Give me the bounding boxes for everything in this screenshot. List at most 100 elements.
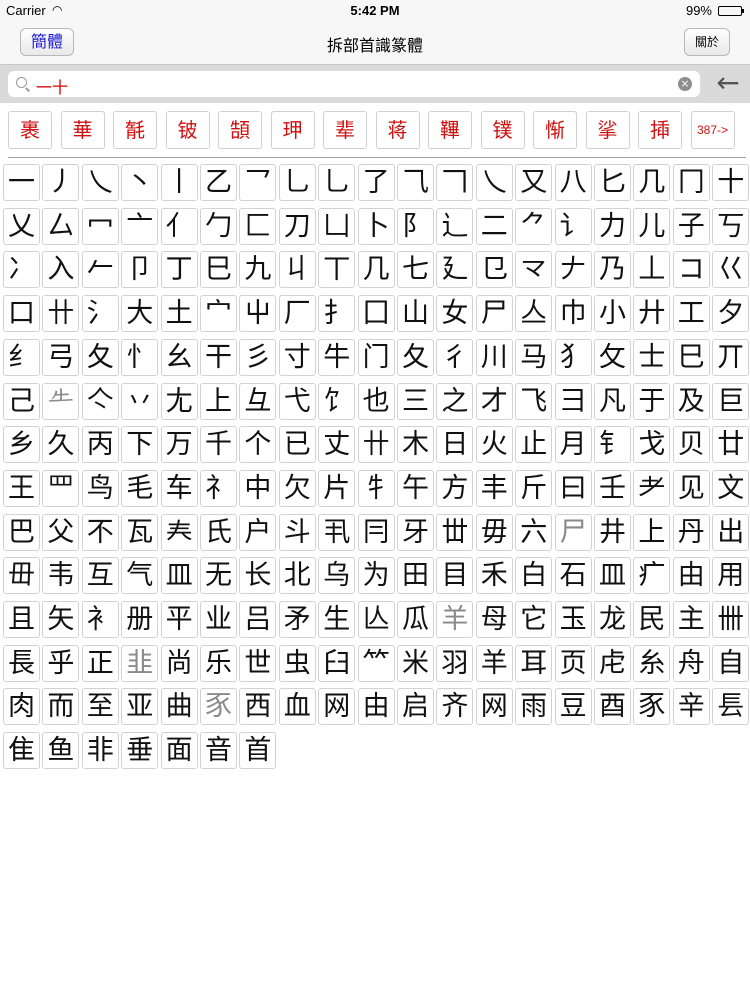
radical-cell[interactable]: 乂 — [3, 207, 40, 245]
radical-cell[interactable]: 𥫗 — [357, 644, 395, 682]
radical-cell[interactable]: 寸 — [278, 338, 316, 376]
radical-cell[interactable]: 六 — [515, 513, 553, 551]
suggestion-cell[interactable]: 揷 — [638, 111, 682, 149]
radical-cell[interactable]: 曰 — [554, 469, 592, 507]
radical-cell[interactable]: 乀 — [81, 164, 119, 201]
radical-cell[interactable]: 乙 — [200, 164, 237, 201]
radical-cell[interactable]: 彐 — [554, 382, 592, 420]
radical-cell[interactable]: 木 — [397, 426, 434, 464]
radical-cell[interactable]: 羽 — [436, 644, 474, 682]
radical-cell[interactable]: 雨 — [515, 688, 553, 726]
radical-cell[interactable]: 凵 — [318, 207, 356, 245]
radical-cell[interactable]: 𡗗 — [160, 513, 198, 551]
radical-cell[interactable]: 牛 — [318, 338, 356, 376]
radical-cell[interactable]: 彑 — [239, 382, 277, 420]
radical-cell[interactable]: 瓦 — [121, 513, 159, 551]
radical-cell[interactable]: コ — [672, 251, 710, 289]
radical-cell[interactable]: 冖 — [81, 207, 119, 245]
radical-cell[interactable]: 丨 — [160, 164, 198, 201]
suggestion-cell[interactable]: 鞸 — [428, 111, 472, 149]
radical-cell[interactable]: 车 — [160, 469, 198, 507]
suggestion-cell[interactable]: 毻 — [113, 111, 157, 149]
radical-cell[interactable]: 豆 — [554, 688, 592, 726]
radical-cell[interactable]: 小 — [594, 295, 631, 333]
radical-cell[interactable]: 目 — [436, 557, 474, 595]
radical-cell[interactable]: 九 — [239, 251, 277, 289]
radical-cell[interactable]: 齐 — [436, 688, 474, 726]
suggestion-cell[interactable]: 頶 — [218, 111, 262, 149]
radical-cell[interactable]: 它 — [515, 601, 553, 638]
radical-cell[interactable]: 八 — [554, 164, 592, 201]
radical-cell[interactable]: 戈 — [633, 426, 671, 464]
radical-cell[interactable]: 幺 — [160, 338, 198, 376]
radical-cell[interactable]: 乐 — [200, 644, 237, 682]
radical-cell[interactable]: 母 — [475, 601, 513, 638]
radical-cell[interactable]: 非 — [81, 732, 119, 770]
suggestion-cell[interactable]: 铍 — [165, 111, 210, 149]
radical-cell[interactable]: 巳 — [200, 251, 237, 289]
radical-cell[interactable]: 乚 — [318, 164, 356, 201]
suggestion-cell[interactable]: 镤 — [480, 111, 525, 149]
radical-cell[interactable]: 羊 — [475, 644, 513, 682]
radical-cell[interactable]: 见 — [672, 469, 710, 507]
radical-cell[interactable]: 皿 — [594, 557, 631, 595]
radical-cell[interactable]: 冫 — [3, 251, 40, 289]
radical-cell[interactable]: 乚 — [278, 164, 316, 201]
radical-cell[interactable]: 用 — [712, 557, 750, 595]
radical-cell[interactable]: 𠂇 — [554, 251, 592, 289]
radical-cell[interactable]: 垂 — [121, 732, 159, 770]
radical-cell[interactable]: 夕 — [712, 295, 750, 333]
radical-cell[interactable]: 饣 — [318, 382, 356, 420]
radical-cell[interactable]: 十 — [712, 164, 750, 201]
radical-cell[interactable]: 而 — [42, 688, 80, 726]
radical-cell[interactable]: 耳 — [515, 644, 553, 682]
radical-cell[interactable]: 上 — [200, 382, 237, 420]
radical-cell[interactable]: 火 — [475, 426, 513, 464]
radical-cell[interactable]: 卌 — [712, 601, 750, 638]
radical-cell[interactable]: 田 — [397, 557, 434, 595]
radical-cell[interactable]: 曲 — [160, 688, 198, 726]
radical-cell[interactable]: 网 — [475, 688, 513, 726]
radical-cell[interactable]: 儿 — [633, 207, 671, 245]
radical-cell[interactable]: 镸 — [712, 688, 750, 726]
radical-cell[interactable]: 豕 — [633, 688, 671, 726]
radical-cell[interactable]: 血 — [278, 688, 316, 726]
radical-cell[interactable]: 攵 — [594, 338, 631, 376]
radical-cell[interactable]: 豕 — [200, 688, 237, 726]
radical-cell[interactable]: 已 — [278, 426, 316, 464]
radical-cell[interactable]: 宀 — [200, 295, 237, 333]
radical-cell[interactable]: 亠 — [121, 207, 159, 245]
radical-cell[interactable]: 马 — [515, 338, 553, 376]
radical-cell[interactable]: 丁 — [160, 251, 198, 289]
radical-cell[interactable]: 出 — [712, 513, 750, 551]
radical-cell[interactable]: 彳 — [436, 338, 474, 376]
radical-cell[interactable]: 纟 — [3, 338, 40, 376]
radical-cell[interactable]: 士 — [633, 338, 671, 376]
radical-cell[interactable]: 虫 — [278, 644, 316, 682]
radical-cell[interactable]: 韦 — [42, 557, 80, 595]
radical-cell[interactable]: 亻 — [160, 207, 198, 245]
radical-cell[interactable]: 页 — [554, 644, 592, 682]
radical-cell[interactable]: 米 — [397, 644, 434, 682]
radical-cell[interactable]: 丰 — [475, 469, 513, 507]
radical-cell[interactable]: 才 — [475, 382, 513, 420]
radical-cell[interactable]: 西 — [239, 688, 277, 726]
radical-cell[interactable]: 瓜 — [397, 601, 434, 638]
radical-cell[interactable]: 丂 — [712, 207, 750, 245]
about-button[interactable]: 關於 — [684, 28, 730, 56]
radical-cell[interactable]: 毛 — [121, 469, 159, 507]
radical-cell[interactable]: 辶 — [436, 207, 474, 245]
radical-cell[interactable]: 疒 — [633, 557, 671, 595]
radical-cell[interactable]: 讠 — [554, 207, 592, 245]
radical-cell[interactable]: 尢 — [160, 382, 198, 420]
radical-cell[interactable]: 为 — [357, 557, 395, 595]
radical-cell[interactable]: 之 — [436, 382, 474, 420]
radical-cell[interactable]: 石 — [554, 557, 592, 595]
radical-cell[interactable]: 氏 — [200, 513, 237, 551]
radical-cell[interactable]: 丮 — [318, 513, 356, 551]
radical-cell[interactable]: 力 — [594, 207, 631, 245]
radical-cell[interactable]: ⺄ — [397, 164, 434, 201]
radical-cell[interactable]: 及 — [672, 382, 710, 420]
radical-cell[interactable]: 巴 — [3, 513, 40, 551]
search-input[interactable]: 一十 × — [8, 71, 700, 97]
